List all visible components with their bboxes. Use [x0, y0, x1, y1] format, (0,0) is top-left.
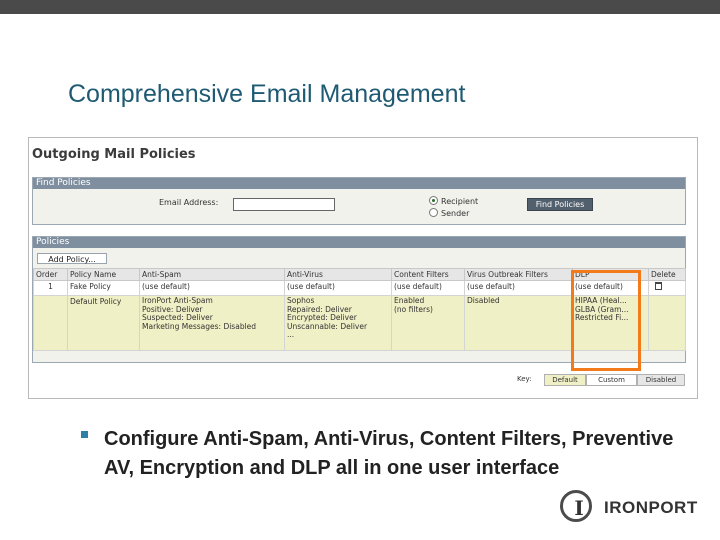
policy-name-link[interactable]: Default Policy	[67, 295, 140, 351]
anti-spam-link[interactable]: (use default)	[139, 280, 285, 296]
anti-virus-line: ...	[287, 330, 295, 339]
column-header-order[interactable]: Order	[33, 268, 68, 281]
ironport-logo-icon: I	[560, 490, 592, 522]
recipient-radio[interactable]	[429, 196, 438, 205]
anti-spam-link[interactable]: IronPort Anti-Spam Positive: Deliver Sus…	[139, 295, 285, 351]
email-address-input[interactable]	[233, 198, 335, 211]
column-header-virus-outbreak-filters[interactable]: Virus Outbreak Filters	[464, 268, 573, 281]
vof-line: Disabled	[467, 296, 500, 305]
find-policies-button[interactable]: Find Policies	[527, 198, 593, 211]
ironport-logo-mark: I	[574, 496, 584, 520]
policies-header: Policies	[33, 237, 685, 248]
email-address-label: Email Address:	[159, 198, 219, 207]
ironport-logo-text: IRONPORT	[604, 498, 698, 517]
add-policy-button[interactable]: Add Policy...	[37, 253, 107, 264]
column-header-anti-virus[interactable]: Anti-Virus	[284, 268, 392, 281]
vof-link[interactable]: (use default)	[464, 280, 573, 296]
policy-name-link[interactable]: Fake Policy	[67, 280, 140, 296]
delete-cell	[648, 280, 686, 296]
anti-virus-link[interactable]: Sophos Repaired: Deliver Encrypted: Deli…	[284, 295, 392, 351]
content-filters-line: (no filters)	[394, 304, 433, 314]
bullet-square-icon	[81, 431, 88, 438]
ironport-logo: I IRONPORT	[560, 490, 710, 528]
order-cell	[33, 295, 68, 351]
key-custom: Custom	[586, 374, 637, 386]
find-policies-header: Find Policies	[33, 178, 685, 189]
top-bar	[0, 0, 720, 14]
content-filters-link[interactable]: Enabled (no filters)	[391, 295, 465, 351]
dlp-highlight-box	[571, 270, 641, 371]
sender-radio-label: Sender	[441, 209, 470, 218]
delete-cell	[648, 295, 686, 351]
anti-spam-line: Marketing Messages: Disabled	[142, 321, 257, 331]
column-header-delete: Delete	[648, 268, 686, 281]
sender-radio[interactable]	[429, 208, 438, 217]
key-default: Default	[544, 374, 586, 386]
anti-virus-line: Unscannable: Deliver	[287, 321, 368, 331]
order-cell: 1	[33, 280, 68, 296]
key-disabled: Disabled	[637, 374, 685, 386]
find-policies-panel: Find Policies Email Address: Recipient S…	[32, 177, 686, 225]
column-header-policy-name[interactable]: Policy Name	[67, 268, 140, 281]
bullet-text: Configure Anti-Spam, Anti-Virus, Content…	[104, 428, 674, 479]
vof-link[interactable]: Disabled	[464, 295, 573, 351]
column-header-anti-spam[interactable]: Anti-Spam	[139, 268, 285, 281]
content-filters-link[interactable]: (use default)	[391, 280, 465, 296]
recipient-radio-label: Recipient	[441, 197, 479, 206]
page-title: Outgoing Mail Policies	[32, 147, 196, 162]
anti-virus-link[interactable]: (use default)	[284, 280, 392, 296]
trash-icon[interactable]	[655, 282, 662, 290]
column-header-content-filters[interactable]: Content Filters	[391, 268, 465, 281]
key-label: Key:	[517, 375, 532, 383]
slide-title: Comprehensive Email Management	[68, 80, 466, 108]
